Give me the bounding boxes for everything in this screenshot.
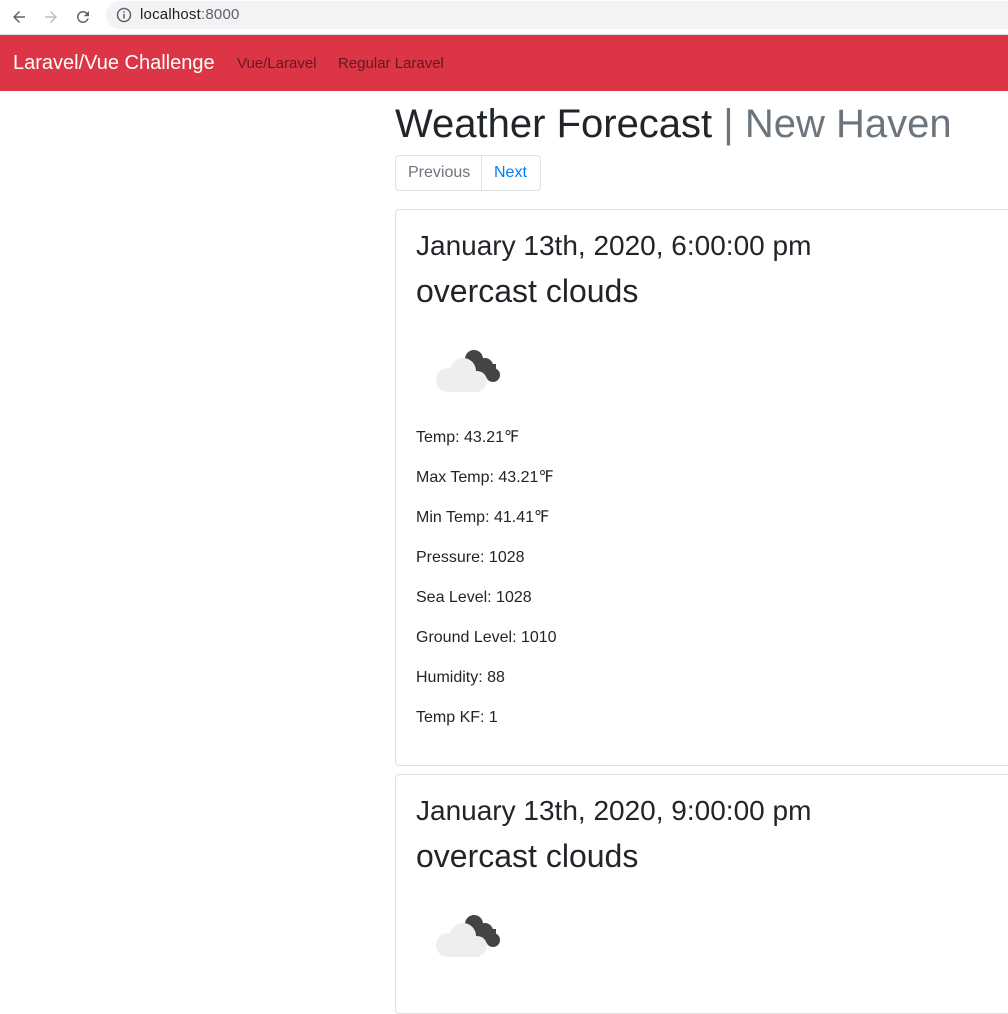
address-bar[interactable]: localhost:8000 [106, 1, 1008, 29]
stat-humidity: Humidity: 88 [416, 669, 505, 686]
stat-min-temp: Min Temp: 41.41℉ [416, 509, 550, 526]
forecast-stats: Temp: 43.21℉ Max Temp: 43.21℉ Min Temp: … [416, 426, 557, 746]
pagination: Previous Next [395, 155, 541, 191]
page-title-main: Weather Forecast [395, 102, 713, 146]
forward-icon[interactable] [38, 4, 64, 30]
info-icon[interactable] [116, 7, 132, 23]
forecast-datetime: January 13th, 2020, 9:00:00 pm [416, 795, 812, 826]
navbar-brand[interactable]: Laravel/Vue Challenge [13, 52, 215, 75]
nav-link-vue-laravel[interactable]: Vue/Laravel [237, 55, 317, 72]
previous-button[interactable]: Previous [395, 155, 482, 191]
forecast-description: overcast clouds [416, 838, 639, 874]
url-text[interactable]: localhost:8000 [140, 6, 240, 23]
title-separator: | [723, 102, 734, 146]
city-name: New Haven [744, 102, 952, 146]
stat-temp-kf: Temp KF: 1 [416, 709, 498, 726]
stat-ground-level: Ground Level: 1010 [416, 629, 557, 646]
stat-temp: Temp: 43.21℉ [416, 429, 520, 446]
stat-pressure: Pressure: 1028 [416, 549, 525, 566]
next-button[interactable]: Next [482, 155, 541, 191]
forecast-datetime: January 13th, 2020, 6:00:00 pm [416, 230, 812, 261]
url-port: :8000 [201, 6, 240, 23]
overcast-clouds-icon [436, 915, 500, 957]
stat-sea-level: Sea Level: 1028 [416, 589, 532, 606]
nav-link-regular-laravel[interactable]: Regular Laravel [338, 55, 444, 72]
page-title: Weather Forecast | New Haven [395, 101, 952, 147]
forecast-card: January 13th, 2020, 9:00:00 pm overcast … [395, 774, 1008, 1014]
reload-icon[interactable] [70, 4, 96, 30]
url-host: localhost [140, 6, 202, 23]
back-icon[interactable] [6, 4, 32, 30]
navbar: Laravel/Vue Challenge Vue/Laravel Regula… [0, 35, 1008, 91]
browser-toolbar: localhost:8000 [0, 0, 1008, 35]
forecast-description: overcast clouds [416, 273, 639, 309]
overcast-clouds-icon [436, 350, 500, 392]
forecast-card: January 13th, 2020, 6:00:00 pm overcast … [395, 209, 1008, 766]
stat-max-temp: Max Temp: 43.21℉ [416, 469, 554, 486]
